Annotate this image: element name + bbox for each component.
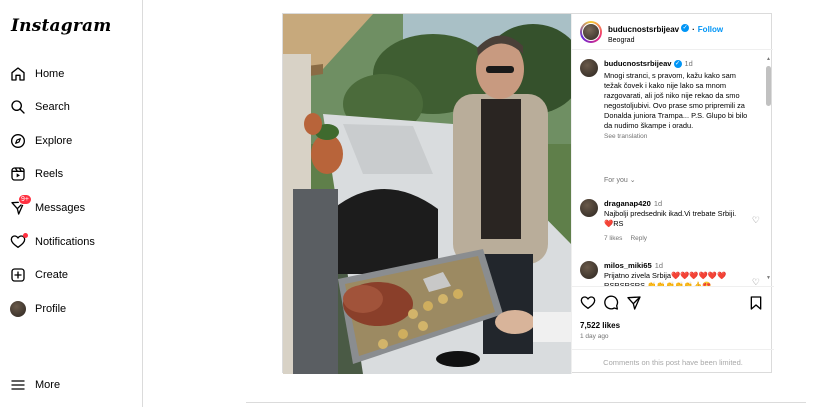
verified-icon: ✓ [673, 60, 682, 69]
post-location[interactable]: Beograd [608, 37, 723, 44]
scroll-up-arrow-icon[interactable]: ▲ [766, 56, 771, 62]
follow-button[interactable]: Follow [698, 25, 723, 34]
notification-dot [23, 233, 28, 238]
sidebar-item-more[interactable]: More [9, 373, 60, 397]
share-icon[interactable] [626, 295, 644, 313]
plus-square-icon [9, 266, 27, 284]
caption-time: 1d [684, 59, 693, 68]
search-icon [9, 98, 27, 116]
sidebar-item-label: Home [35, 68, 65, 80]
author-avatar[interactable] [580, 20, 602, 43]
comments-area[interactable]: buducnostsrbijeav ✓ 1d Mnogi stranci, s pr… [572, 51, 774, 286]
reels-icon [9, 165, 27, 183]
scroll-down-arrow-icon[interactable]: ▼ [766, 275, 771, 281]
sidebar-item-explore[interactable]: Explore [9, 129, 72, 153]
messenger-icon: 9+ [9, 194, 32, 217]
sidebar-item-label: Notifications [35, 236, 95, 248]
sidebar-item-messages[interactable]: 9+ Messages [9, 194, 86, 220]
sidebar-item-notifications[interactable]: Notifications [9, 230, 95, 254]
sidebar-item-label: Create [35, 269, 69, 281]
comment-text: Najbolji predsednik ikad.Vi trebate Srbi… [604, 209, 737, 228]
sidebar-item-reels[interactable]: Reels [9, 162, 63, 186]
comment-time: 1d [653, 199, 663, 208]
sidebar-item-home[interactable]: Home [9, 62, 64, 86]
sidebar-item-label: Messages [35, 202, 86, 214]
sidebar-item-label: Reels [35, 168, 64, 180]
comment-text: Prijatno zivela Srbija❤️❤️❤️❤️❤️❤️ RSRSR… [604, 271, 727, 286]
comment-username[interactable]: draganap420 [604, 199, 651, 208]
sidebar-item-label: More [35, 379, 61, 391]
likes-count[interactable]: 7,522 likes [580, 321, 620, 330]
like-heart-icon[interactable] [580, 295, 598, 313]
home-icon [9, 65, 27, 83]
author-username[interactable]: buducnostsrbijeav [608, 25, 679, 34]
caption-text: Mnogi stranci, s pravom, kažu kako sam t… [604, 71, 748, 130]
sidebar-item-label: Explore [35, 135, 73, 147]
sidebar-item-create[interactable]: Create [9, 263, 68, 287]
instagram-logo[interactable]: Instagram [11, 16, 111, 36]
sidebar-item-search[interactable]: Search [9, 95, 70, 119]
sidebar-item-profile[interactable]: Profile [9, 297, 66, 321]
post-actions: 7,522 likes 1 day ago Comments on this p… [572, 286, 774, 374]
compass-icon [9, 132, 27, 150]
verified-icon: ✓ [681, 23, 690, 32]
post-side-panel: buducnostsrbijeav ✓ · Follow Beograd buducn… [571, 14, 774, 374]
sidebar-item-label: Search [35, 101, 70, 113]
post-header: buducnostsrbijeav ✓ · Follow Beograd [572, 14, 773, 50]
commenter-avatar[interactable] [580, 199, 598, 217]
comment-username[interactable]: milos_miki65 [604, 261, 652, 270]
comment-time: 1d [654, 261, 663, 270]
post-modal: buducnostsrbijeav ✓ · Follow Beograd buducn… [282, 13, 774, 374]
sidebar-item-label: Profile [35, 303, 67, 315]
sidebar: Instagram Home Search Explore Reels 9+ M… [0, 0, 143, 407]
comment-like-icon[interactable]: ♡ [752, 277, 760, 286]
heart-icon [9, 233, 28, 251]
profile-avatar [9, 300, 27, 318]
comment-likes[interactable]: 7 likes [604, 235, 622, 242]
comment-like-icon[interactable]: ♡ [752, 215, 760, 226]
messages-badge: 9+ [18, 194, 32, 205]
comment-icon[interactable] [603, 295, 621, 313]
chevron-down-icon: ⌄ [629, 177, 636, 184]
commenter-avatar[interactable] [580, 261, 598, 279]
comments-limited-notice: Comments on this post have been limited. [572, 349, 774, 367]
see-translation-link[interactable]: See translation [604, 133, 647, 140]
for-you-toggle[interactable]: For you ⌄ [604, 176, 636, 184]
menu-icon [9, 376, 27, 394]
comments-scrollbar[interactable]: ▲ ▼ [766, 56, 771, 281]
reply-button[interactable]: Reply [630, 235, 647, 242]
post-photo[interactable] [283, 14, 571, 374]
divider [246, 402, 806, 403]
post-time: 1 day ago [580, 333, 609, 340]
caption-username[interactable]: buducnostsrbijeav [604, 59, 672, 68]
scrollbar-thumb[interactable] [766, 66, 771, 106]
bookmark-icon[interactable] [748, 295, 766, 313]
author-avatar[interactable] [580, 59, 598, 77]
